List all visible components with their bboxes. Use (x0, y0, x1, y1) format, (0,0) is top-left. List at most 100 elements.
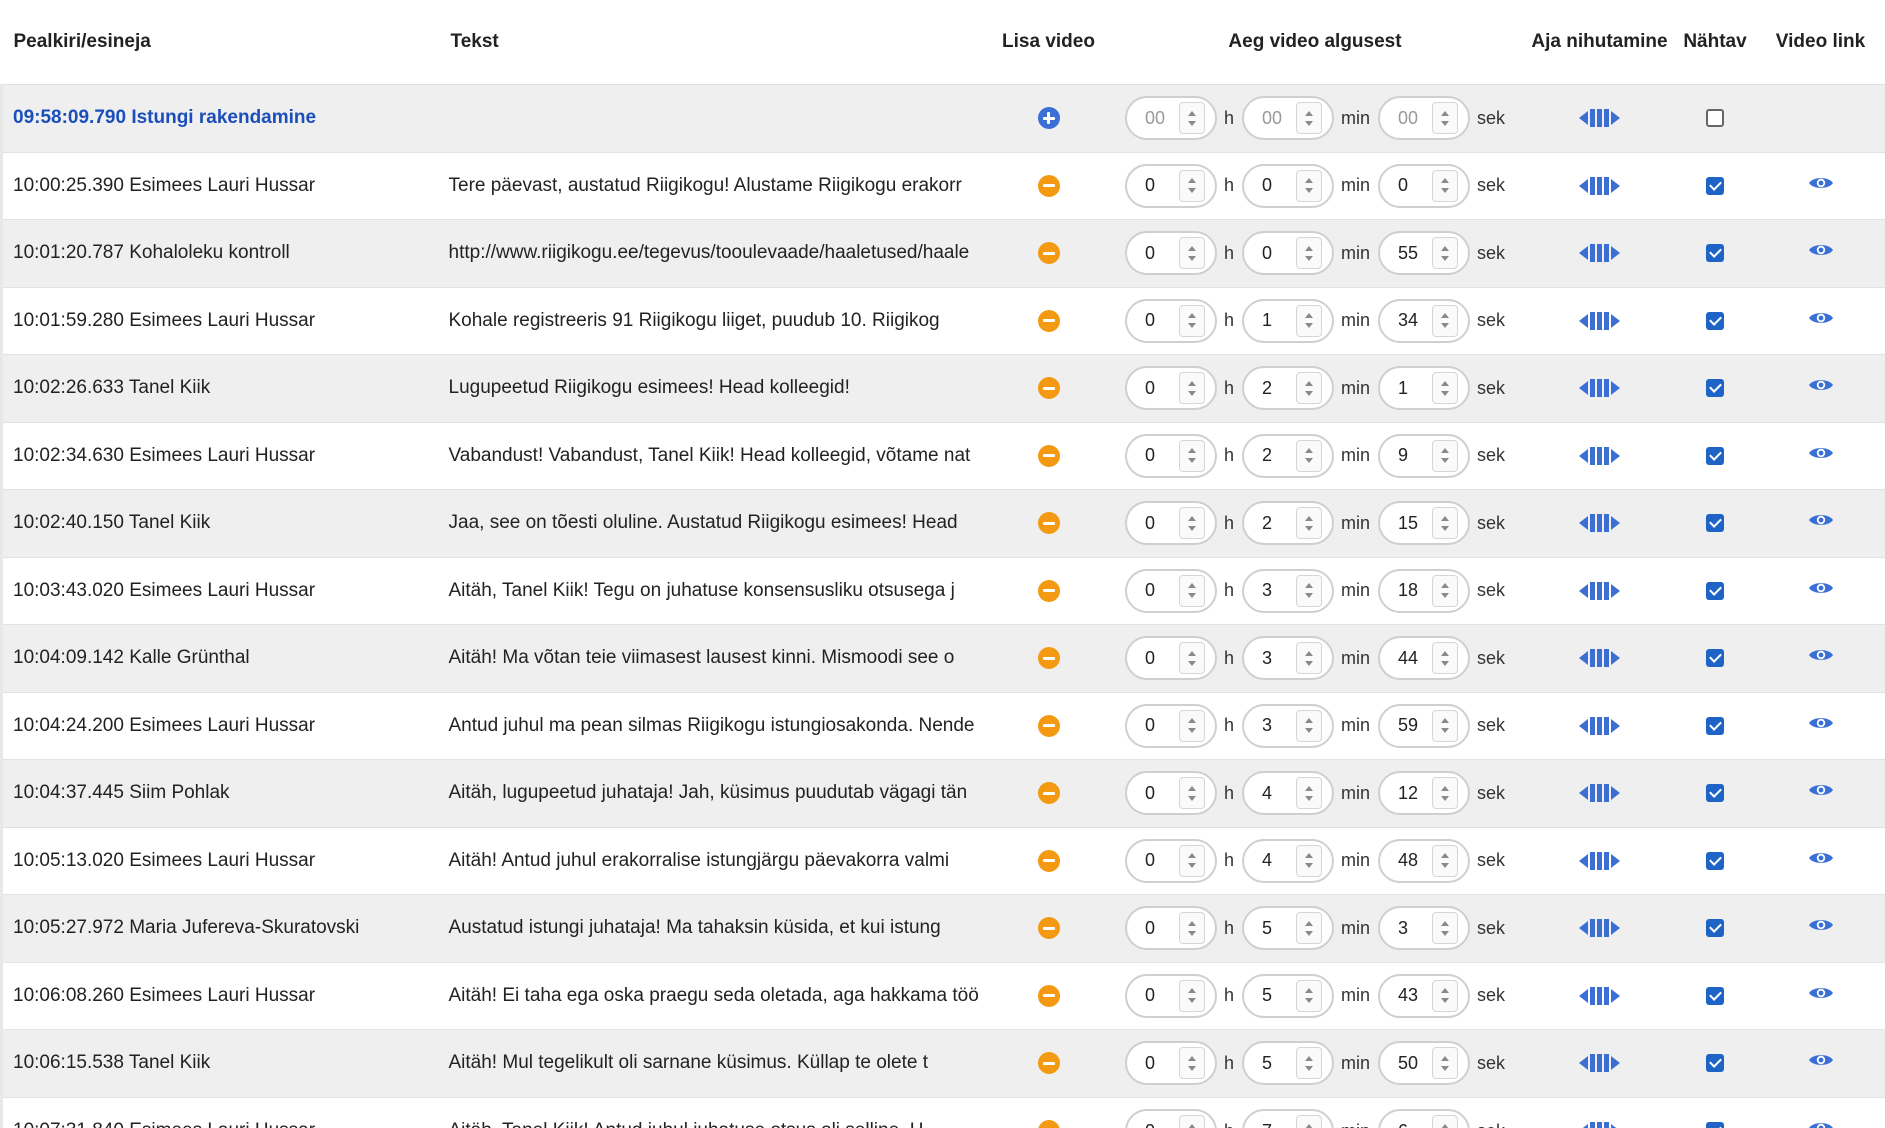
visible-checkbox[interactable] (1706, 1054, 1724, 1073)
minutes-spin-buttons[interactable] (1295, 1115, 1322, 1128)
minutes-spin-buttons[interactable] (1295, 709, 1322, 742)
remove-video-button[interactable] (1037, 579, 1060, 602)
remove-video-button[interactable] (1037, 309, 1060, 332)
shift-forward-button[interactable] (1611, 786, 1620, 801)
visible-checkbox[interactable] (1706, 851, 1724, 870)
shift-forward-button[interactable] (1611, 448, 1620, 463)
video-link-button[interactable] (1808, 242, 1834, 264)
shift-sync-button[interactable] (1590, 581, 1609, 600)
hours-spin-buttons[interactable] (1178, 912, 1205, 945)
seconds-stepper[interactable]: 59 (1378, 703, 1470, 748)
remove-video-button[interactable] (1037, 984, 1060, 1007)
seconds-spin-buttons[interactable] (1432, 912, 1458, 945)
minutes-stepper[interactable]: 4 (1241, 771, 1334, 816)
seconds-spin-buttons[interactable] (1432, 979, 1458, 1012)
hours-spin-buttons[interactable] (1178, 304, 1205, 337)
seconds-stepper[interactable]: 9 (1378, 433, 1470, 478)
seconds-stepper[interactable]: 12 (1378, 771, 1470, 816)
seconds-stepper[interactable]: 1 (1378, 366, 1470, 411)
hours-spin-buttons[interactable] (1178, 844, 1205, 877)
shift-forward-button[interactable] (1611, 583, 1620, 598)
hours-stepper[interactable]: 0 (1124, 906, 1217, 951)
hours-spin-buttons[interactable] (1178, 237, 1205, 270)
shift-back-button[interactable] (1579, 988, 1588, 1003)
shift-forward-button[interactable] (1611, 988, 1620, 1003)
shift-back-button[interactable] (1579, 853, 1588, 868)
minutes-stepper[interactable]: 3 (1241, 568, 1334, 613)
hours-stepper[interactable]: 00 (1124, 96, 1217, 141)
shift-sync-button[interactable] (1590, 784, 1609, 803)
visible-checkbox[interactable] (1706, 649, 1724, 668)
shift-sync-button[interactable] (1590, 379, 1609, 398)
shift-back-button[interactable] (1579, 313, 1588, 328)
seconds-stepper[interactable]: 34 (1378, 298, 1470, 343)
video-link-button[interactable] (1808, 445, 1834, 467)
visible-checkbox[interactable] (1706, 176, 1724, 195)
visible-checkbox[interactable] (1706, 379, 1724, 398)
hours-stepper[interactable]: 0 (1124, 501, 1217, 546)
seconds-spin-buttons[interactable] (1432, 372, 1458, 405)
seconds-spin-buttons[interactable] (1432, 709, 1458, 742)
seconds-stepper[interactable]: 0 (1378, 163, 1470, 208)
shift-sync-button[interactable] (1590, 716, 1609, 735)
video-link-button[interactable] (1808, 985, 1834, 1007)
shift-back-button[interactable] (1579, 921, 1588, 936)
video-link-button[interactable] (1808, 512, 1834, 534)
hours-spin-buttons[interactable] (1178, 642, 1205, 675)
minutes-spin-buttons[interactable] (1295, 169, 1322, 202)
remove-video-button[interactable] (1037, 512, 1060, 535)
minutes-stepper[interactable]: 5 (1241, 973, 1334, 1018)
shift-forward-button[interactable] (1611, 381, 1620, 396)
shift-sync-button[interactable] (1590, 851, 1609, 870)
visible-checkbox[interactable] (1706, 986, 1724, 1005)
visible-checkbox[interactable] (1706, 514, 1724, 533)
hours-stepper[interactable]: 0 (1124, 771, 1217, 816)
video-link-button[interactable] (1808, 580, 1834, 602)
add-video-button[interactable] (1037, 107, 1060, 130)
hours-stepper[interactable]: 0 (1124, 1109, 1217, 1128)
shift-forward-button[interactable] (1611, 1123, 1620, 1128)
hours-spin-buttons[interactable] (1178, 439, 1205, 472)
hours-stepper[interactable]: 0 (1124, 366, 1217, 411)
seconds-stepper[interactable]: 6 (1378, 1109, 1470, 1128)
hours-spin-buttons[interactable] (1178, 1047, 1205, 1080)
minutes-stepper[interactable]: 00 (1241, 96, 1334, 141)
video-link-button[interactable] (1808, 310, 1834, 332)
video-link-button[interactable] (1808, 850, 1834, 872)
minutes-stepper[interactable]: 5 (1241, 1041, 1334, 1086)
remove-video-button[interactable] (1037, 849, 1060, 872)
shift-forward-button[interactable] (1611, 178, 1620, 193)
seconds-spin-buttons[interactable] (1432, 102, 1458, 135)
seconds-spin-buttons[interactable] (1432, 237, 1458, 270)
minutes-spin-buttons[interactable] (1295, 102, 1322, 135)
shift-forward-button[interactable] (1611, 853, 1620, 868)
hours-stepper[interactable]: 0 (1124, 568, 1217, 613)
remove-video-button[interactable] (1037, 377, 1060, 400)
seconds-spin-buttons[interactable] (1432, 1047, 1458, 1080)
minutes-stepper[interactable]: 0 (1241, 163, 1334, 208)
minutes-stepper[interactable]: 7 (1241, 1109, 1334, 1128)
shift-forward-button[interactable] (1611, 246, 1620, 261)
shift-forward-button[interactable] (1611, 651, 1620, 666)
seconds-spin-buttons[interactable] (1432, 169, 1458, 202)
minutes-stepper[interactable]: 2 (1241, 366, 1334, 411)
seconds-spin-buttons[interactable] (1432, 507, 1458, 540)
minutes-stepper[interactable]: 5 (1241, 906, 1334, 951)
visible-checkbox[interactable] (1706, 919, 1724, 938)
remove-video-button[interactable] (1037, 444, 1060, 467)
seconds-stepper[interactable]: 55 (1378, 231, 1470, 276)
seconds-stepper[interactable]: 3 (1378, 906, 1470, 951)
shift-forward-button[interactable] (1611, 516, 1620, 531)
shift-back-button[interactable] (1579, 111, 1588, 126)
hours-stepper[interactable]: 0 (1124, 973, 1217, 1018)
agenda-title-link[interactable]: 09:58:09.790 Istungi rakendamine (13, 107, 316, 128)
shift-back-button[interactable] (1579, 718, 1588, 733)
minutes-spin-buttons[interactable] (1295, 1047, 1322, 1080)
remove-video-button[interactable] (1037, 1052, 1060, 1075)
remove-video-button[interactable] (1037, 174, 1060, 197)
seconds-spin-buttons[interactable] (1432, 1115, 1458, 1128)
hours-stepper[interactable]: 0 (1124, 703, 1217, 748)
seconds-spin-buttons[interactable] (1432, 304, 1458, 337)
seconds-stepper[interactable]: 18 (1378, 568, 1470, 613)
minutes-spin-buttons[interactable] (1295, 777, 1322, 810)
